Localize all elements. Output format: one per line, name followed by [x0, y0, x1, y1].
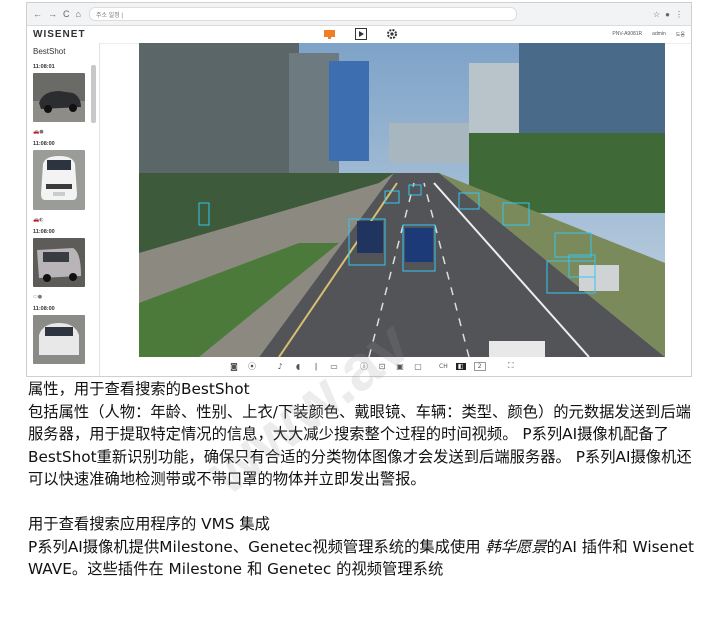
- bestshot-thumbnail: [33, 315, 85, 364]
- live-view-icon[interactable]: [323, 28, 336, 40]
- live-video-frame[interactable]: [139, 43, 665, 357]
- app-header: WISENET PNV-A9081R admin 도움: [27, 26, 691, 44]
- expand-icon[interactable]: ⛶: [506, 361, 516, 371]
- card-attributes: ▭●: [33, 294, 43, 300]
- record-icon[interactable]: ⦿: [247, 361, 257, 372]
- browser-chrome: ← → C ⌂ 주소 일정 | ☆ ● ⋮: [27, 3, 691, 26]
- bestshot-card[interactable]: 11:08:00 🚗◐: [33, 141, 93, 225]
- card-time: 11:08:00: [33, 229, 55, 235]
- card-time: 11:08:00: [33, 306, 55, 312]
- back-icon[interactable]: ←: [33, 9, 42, 19]
- card-time: 11:08:00: [33, 141, 55, 147]
- camera-icon[interactable]: ◙: [229, 362, 239, 371]
- bestshot-paragraph: 包括属性（人物：年龄、性别、上衣/下装颜色、戴眼镜、车辆：类型、颜色）的元数据发…: [28, 402, 692, 489]
- sidebar-scrollbar[interactable]: [91, 65, 96, 123]
- header-right: PNV-A9081R admin 도움: [612, 31, 691, 38]
- channel-label: CH: [439, 362, 448, 370]
- bestshot-card[interactable]: 11:08:01 🚗●: [33, 64, 93, 137]
- forward-icon[interactable]: →: [48, 9, 57, 19]
- settings-gear-icon[interactable]: [385, 28, 398, 40]
- mode-switcher: [323, 28, 398, 40]
- extension-icon[interactable]: ●: [665, 10, 670, 19]
- bestshot-thumbnail: [33, 238, 85, 287]
- star-icon[interactable]: ☆: [653, 10, 660, 19]
- bestshot-card[interactable]: 11:08:00: [33, 306, 93, 368]
- browser-nav: ← → C ⌂: [27, 9, 81, 19]
- playback-icon[interactable]: [354, 28, 367, 40]
- bestshot-card[interactable]: 11:08:00 ▭●: [33, 229, 93, 302]
- help-link[interactable]: 도움: [676, 31, 685, 38]
- vms-brand-name: 韩华愿景: [485, 537, 547, 556]
- bestshot-sidebar: BestShot 11:08:01 🚗● 11:08:00 🚗◐ 11:08:0…: [27, 43, 100, 376]
- url-text: 주소 일정 |: [95, 12, 123, 19]
- menu-icon[interactable]: ⋮: [675, 10, 683, 19]
- browser-actions: ☆ ● ⋮: [653, 10, 691, 19]
- channel-select[interactable]: 2: [473, 361, 486, 371]
- channel-indicator-icon[interactable]: ◧: [455, 362, 466, 370]
- vms-heading: 用于查看搜索应用程序的 VMS 集成: [28, 514, 270, 533]
- reload-icon[interactable]: C: [63, 9, 70, 19]
- user-name[interactable]: admin: [652, 31, 666, 38]
- card-time: 11:08:01: [33, 64, 55, 70]
- bestshot-thumbnail: [33, 150, 85, 210]
- sidebar-title: BestShot: [33, 47, 66, 56]
- device-name: PNV-A9081R: [612, 31, 643, 37]
- bestshot-thumbnail: [33, 73, 85, 122]
- vms-paragraph-part1: P系列AI摄像机提供Milestone、Genetec视频管理系统的集成使用: [28, 537, 486, 556]
- card-attributes: 🚗●: [33, 129, 44, 135]
- wisenet-logo: WISENET: [33, 29, 86, 40]
- home-icon[interactable]: ⌂: [76, 9, 81, 19]
- vms-paragraph: P系列AI摄像机提供Milestone、Genetec视频管理系统的集成使用 韩…: [28, 536, 698, 581]
- alarm-icon[interactable]: ♪: [275, 362, 285, 371]
- address-bar[interactable]: 주소 일정 |: [88, 7, 517, 21]
- card-attributes: 🚗◐: [33, 217, 44, 223]
